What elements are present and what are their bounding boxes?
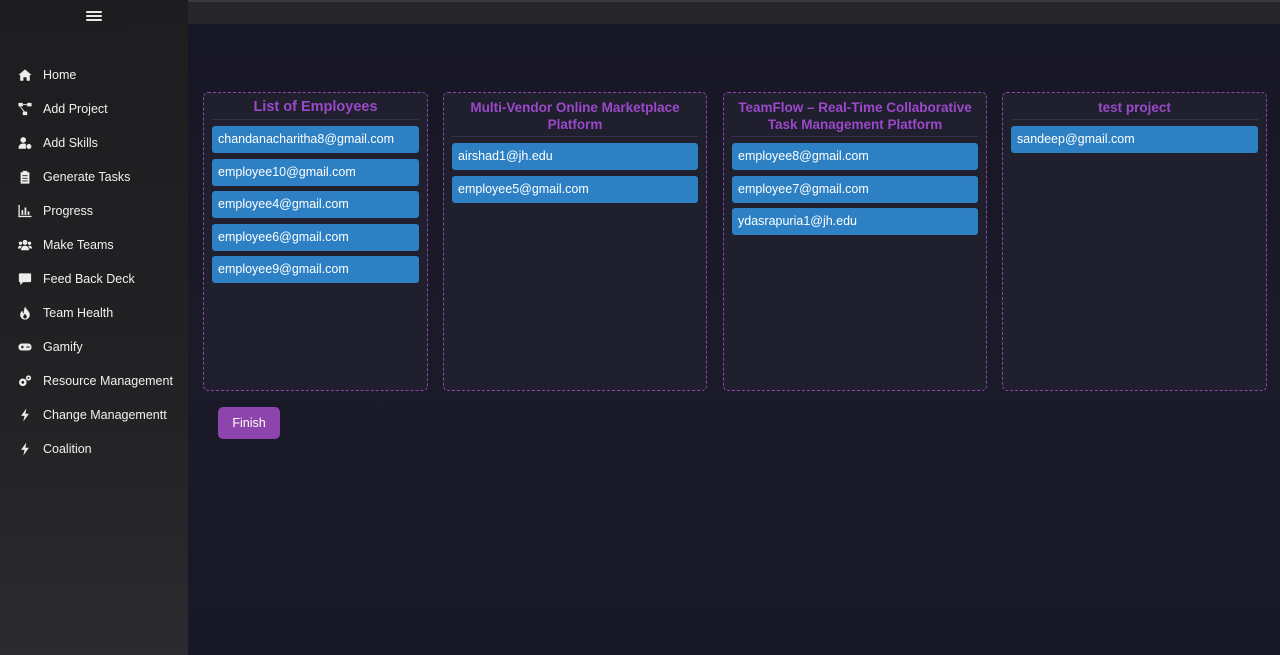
sidebar-item-make-teams[interactable]: Make Teams (0, 228, 188, 262)
sidebar: Home Add Project Add Skills Generate Tas… (0, 0, 188, 655)
project-diagram-icon (17, 101, 33, 117)
board-title: List of Employees (212, 99, 419, 120)
sidebar-item-resource-management[interactable]: Resource Management (0, 364, 188, 398)
hamburger-icon[interactable] (86, 9, 102, 23)
sidebar-item-label: Gamify (43, 340, 83, 354)
employee-chip[interactable]: employee7@gmail.com (732, 175, 978, 203)
board-title: test project (1011, 99, 1258, 120)
board-project[interactable]: Multi-Vendor Online Marketplace Platform… (443, 92, 707, 391)
top-bar (188, 0, 1280, 24)
sidebar-nav: Home Add Project Add Skills Generate Tas… (0, 58, 188, 466)
sidebar-item-gamify[interactable]: Gamify (0, 330, 188, 364)
bar-chart-icon (17, 203, 33, 219)
comment-icon (17, 271, 33, 287)
cogs-icon (17, 373, 33, 389)
gamepad-icon (17, 339, 33, 355)
sidebar-item-label: Coalition (43, 442, 92, 456)
sidebar-item-feedback-deck[interactable]: Feed Back Deck (0, 262, 188, 296)
bolt-icon (17, 407, 33, 423)
employee-chip[interactable]: employee10@gmail.com (212, 158, 419, 186)
employee-chip[interactable]: employee5@gmail.com (452, 175, 698, 203)
employee-chip[interactable]: ydasrapuria1@jh.edu (732, 208, 978, 235)
sidebar-item-coalition[interactable]: Coalition (0, 432, 188, 466)
board-title: Multi-Vendor Online Marketplace Platform (452, 99, 698, 137)
sidebar-item-label: Generate Tasks (43, 170, 131, 184)
sidebar-item-change-management[interactable]: Change Managementt (0, 398, 188, 432)
board-project[interactable]: TeamFlow – Real-Time Collaborative Task … (723, 92, 987, 391)
sidebar-item-team-health[interactable]: Team Health (0, 296, 188, 330)
sidebar-item-label: Progress (43, 204, 94, 218)
sidebar-item-generate-tasks[interactable]: Generate Tasks (0, 160, 188, 194)
employee-chip[interactable]: airshad1@jh.edu (452, 143, 698, 170)
sidebar-item-label: Make Teams (43, 238, 114, 252)
sidebar-item-label: Change Managementt (43, 408, 167, 422)
fire-icon (17, 305, 33, 321)
sidebar-item-add-project[interactable]: Add Project (0, 92, 188, 126)
board-employee-list[interactable]: List of Employees chandanacharitha8@gmai… (203, 92, 428, 391)
users-icon (17, 237, 33, 253)
employee-chip[interactable]: employee8@gmail.com (732, 143, 978, 170)
app: Home Add Project Add Skills Generate Tas… (0, 0, 1280, 655)
employee-chip[interactable]: sandeep@gmail.com (1011, 126, 1258, 153)
clipboard-list-icon (17, 169, 33, 185)
employee-chip[interactable]: employee6@gmail.com (212, 223, 419, 251)
sidebar-item-label: Team Health (43, 306, 114, 320)
employee-chip[interactable]: chandanacharitha8@gmail.com (212, 126, 419, 153)
employee-chip[interactable]: employee4@gmail.com (212, 191, 419, 218)
sidebar-item-progress[interactable]: Progress (0, 194, 188, 228)
sidebar-item-label: Add Project (43, 102, 108, 116)
user-cog-icon (17, 135, 33, 151)
home-icon (17, 67, 33, 83)
sidebar-item-add-skills[interactable]: Add Skills (0, 126, 188, 160)
sidebar-item-label: Resource Management (43, 374, 173, 388)
sidebar-item-label: Home (43, 68, 77, 82)
sidebar-item-label: Feed Back Deck (43, 272, 135, 286)
main-content: List of Employees chandanacharitha8@gmai… (188, 24, 1280, 655)
board-project[interactable]: test project sandeep@gmail.com (1002, 92, 1267, 391)
employee-chip[interactable]: employee9@gmail.com (212, 256, 419, 283)
sidebar-item-label: Add Skills (43, 136, 98, 150)
finish-button[interactable]: Finish (218, 407, 280, 439)
bolt-icon (17, 441, 33, 457)
sidebar-item-home[interactable]: Home (0, 58, 188, 92)
board-title: TeamFlow – Real-Time Collaborative Task … (732, 99, 978, 137)
